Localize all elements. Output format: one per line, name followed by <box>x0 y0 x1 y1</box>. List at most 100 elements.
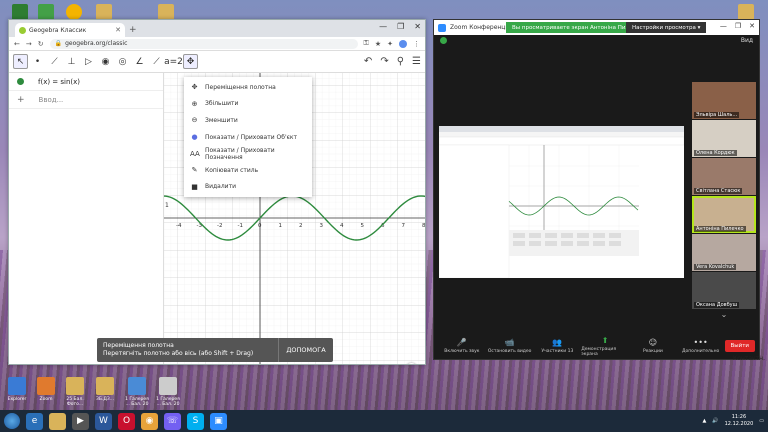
gallery-more-chevron-icon[interactable]: ⌄ <box>692 310 756 319</box>
desktop-icon-top-4[interactable] <box>96 4 112 20</box>
media-icon[interactable]: ▶ <box>72 412 89 430</box>
add-icon[interactable]: + <box>17 95 25 105</box>
ellipse-tool-icon[interactable]: ◎ <box>115 54 130 69</box>
more-button[interactable]: ••• Дополнительно <box>677 338 725 354</box>
zoom-window: Zoom Конференция 20 к... Вы просматривае… <box>433 19 760 360</box>
volume-icon[interactable]: 🔊 <box>712 418 718 424</box>
mute-button[interactable]: 🎤 Включить звук <box>438 338 486 354</box>
reactions-button[interactable]: ☺ Реакции <box>629 338 677 354</box>
move-tool-icon[interactable]: ↖ <box>13 54 28 69</box>
polygon-tool-icon[interactable]: ▷ <box>81 54 96 69</box>
shared-screen-thumbnail <box>439 126 684 278</box>
move-icon: ✥ <box>191 83 198 92</box>
desktop-icon[interactable]: Zoom <box>33 377 59 402</box>
desktop-icon[interactable]: 1 Галерея ... Бал. 20 <box>155 377 181 407</box>
undo-icon[interactable]: ↶ <box>364 56 372 67</box>
slider-tool-icon[interactable]: a=2 <box>164 54 183 69</box>
angle-tool-icon[interactable]: ∠ <box>132 54 147 69</box>
desktop-icon-top-2[interactable] <box>38 4 54 20</box>
desktop-icon[interactable]: Explorer <box>4 377 30 402</box>
close-tab-icon[interactable]: ✕ <box>115 26 121 34</box>
desktop-icon-top-3[interactable] <box>66 4 82 20</box>
desktop-icon[interactable]: ЗБ.ДЗ... <box>92 377 118 402</box>
desktop-icon-top-6[interactable] <box>738 4 754 20</box>
image-file-icon <box>128 377 146 395</box>
circle-tool-icon[interactable]: ◉ <box>98 54 113 69</box>
x-tick-label: -1 <box>238 223 243 229</box>
desktop-icon-top-5[interactable] <box>158 4 174 20</box>
new-tab-button[interactable]: + <box>129 25 137 35</box>
forward-icon[interactable]: → <box>26 40 32 48</box>
edge-icon[interactable]: e <box>26 412 43 430</box>
key-icon[interactable]: ⚿ <box>364 39 369 48</box>
skype-icon[interactable]: S <box>187 412 204 430</box>
participant-tile[interactable]: Эльвіра Шаль... <box>692 82 756 119</box>
security-shield-icon[interactable] <box>440 37 447 44</box>
algebra-input[interactable]: Ввод... <box>39 96 64 104</box>
line-tool-icon[interactable]: ⟋ <box>47 54 62 69</box>
address-text: geogebra.org/classic <box>65 40 128 47</box>
view-button[interactable]: Вид <box>741 37 753 44</box>
menu-item-zoom-out[interactable]: ⊖ Зменшити <box>184 112 312 129</box>
tooltip-title: Переміщення полотна <box>103 342 174 349</box>
extensions-icon[interactable]: ✦ <box>387 40 393 48</box>
help-button[interactable]: ДОПОМОГА <box>278 338 333 362</box>
participant-tile[interactable]: Світлана Стасюк <box>692 158 756 195</box>
desktop-icon[interactable]: 1 Галерея ... Бал. 20 <box>124 377 150 407</box>
participant-tile[interactable]: Олена Кордюк <box>692 120 756 157</box>
zoom-maximize-button[interactable]: ❐ <box>735 22 741 30</box>
desktop-icon[interactable]: 25 Бал. Фото... <box>62 377 88 407</box>
move-graphics-tool-icon[interactable]: ✥ <box>183 54 198 69</box>
participant-tile[interactable]: Vera Kovalchuk <box>692 234 756 271</box>
menu-item-copy-style[interactable]: ✎ Копіювати стиль <box>184 162 312 179</box>
close-window-button[interactable]: ✕ <box>414 22 421 31</box>
reflect-tool-icon[interactable]: ⟋ <box>149 54 164 69</box>
minimize-button[interactable]: — <box>379 22 387 31</box>
desktop-icon-top-1[interactable] <box>12 4 28 20</box>
menu-item-move-graphics[interactable]: ✥ Переміщення полотна <box>184 79 312 96</box>
menu-item-show-hide-object[interactable]: ● Показати / Приховати Об'єкт <box>184 129 312 146</box>
viber-icon[interactable]: ☏ <box>164 412 181 430</box>
share-screen-button[interactable]: ⬆ Демонстрация экрана <box>581 336 629 357</box>
network-icon[interactable]: ▲ <box>703 418 707 424</box>
menu-item-delete[interactable]: ■ Видалити <box>184 179 312 196</box>
back-icon[interactable]: ← <box>14 40 20 48</box>
main-menu-icon[interactable]: ☰ <box>412 56 421 67</box>
clock[interactable]: 11:26 12.12.2020 <box>725 414 754 428</box>
notifications-icon[interactable]: ▭ <box>759 418 764 424</box>
search-icon[interactable]: ⚲ <box>397 56 404 67</box>
participants-button[interactable]: 👥 Участники 13 <box>534 338 582 354</box>
reload-icon[interactable]: ↻ <box>38 40 44 48</box>
browser-tab[interactable]: Geogebra Классик ✕ <box>15 23 125 37</box>
chrome-icon[interactable]: ◉ <box>141 412 158 430</box>
perpendicular-tool-icon[interactable]: ⊥ <box>64 54 79 69</box>
address-input[interactable]: 🔒 geogebra.org/classic <box>49 38 358 49</box>
share-screen-icon: ⬆ <box>601 335 609 345</box>
explorer-taskbar-icon[interactable] <box>49 412 66 430</box>
view-settings-button[interactable]: Настройки просмотра ▾ <box>626 22 707 33</box>
zoom-minimize-button[interactable]: — <box>720 22 727 30</box>
algebra-row-f[interactable]: f(x) = sin(x) <box>9 73 163 91</box>
maximize-button[interactable]: ❐ <box>397 22 404 31</box>
visibility-toggle-icon[interactable] <box>17 78 24 85</box>
participant-tile-active[interactable]: Антоніна Пилечко <box>692 196 756 233</box>
x-tick-label: 7 <box>402 223 406 229</box>
point-tool-icon[interactable]: • <box>30 54 45 69</box>
word-icon[interactable]: W <box>95 412 112 430</box>
home-icon[interactable]: ⌂ <box>406 363 417 364</box>
video-button[interactable]: 📹 Остановить видео <box>486 338 534 354</box>
redo-icon[interactable]: ↷ <box>380 56 388 67</box>
zoom-taskbar-icon[interactable]: ▣ <box>210 412 227 430</box>
leave-meeting-button[interactable]: Выйти <box>724 340 755 352</box>
menu-item-zoom-in[interactable]: ⊕ Збільшити <box>184 96 312 113</box>
x-tick-label: 5 <box>361 223 365 229</box>
browser-menu-icon[interactable]: ⋮ <box>413 40 420 48</box>
participant-tile[interactable]: Оксана Довбуш <box>692 272 756 309</box>
profile-avatar[interactable] <box>399 39 407 48</box>
bookmark-star-icon[interactable]: ★ <box>375 40 381 48</box>
menu-item-show-hide-label[interactable]: AA Показати / Приховати Позначення <box>184 145 312 162</box>
zoom-close-button[interactable]: ✕ <box>749 22 755 30</box>
algebra-input-row[interactable]: + Ввод... <box>9 91 163 109</box>
start-button[interactable] <box>4 413 20 429</box>
opera-icon[interactable]: O <box>118 412 135 430</box>
